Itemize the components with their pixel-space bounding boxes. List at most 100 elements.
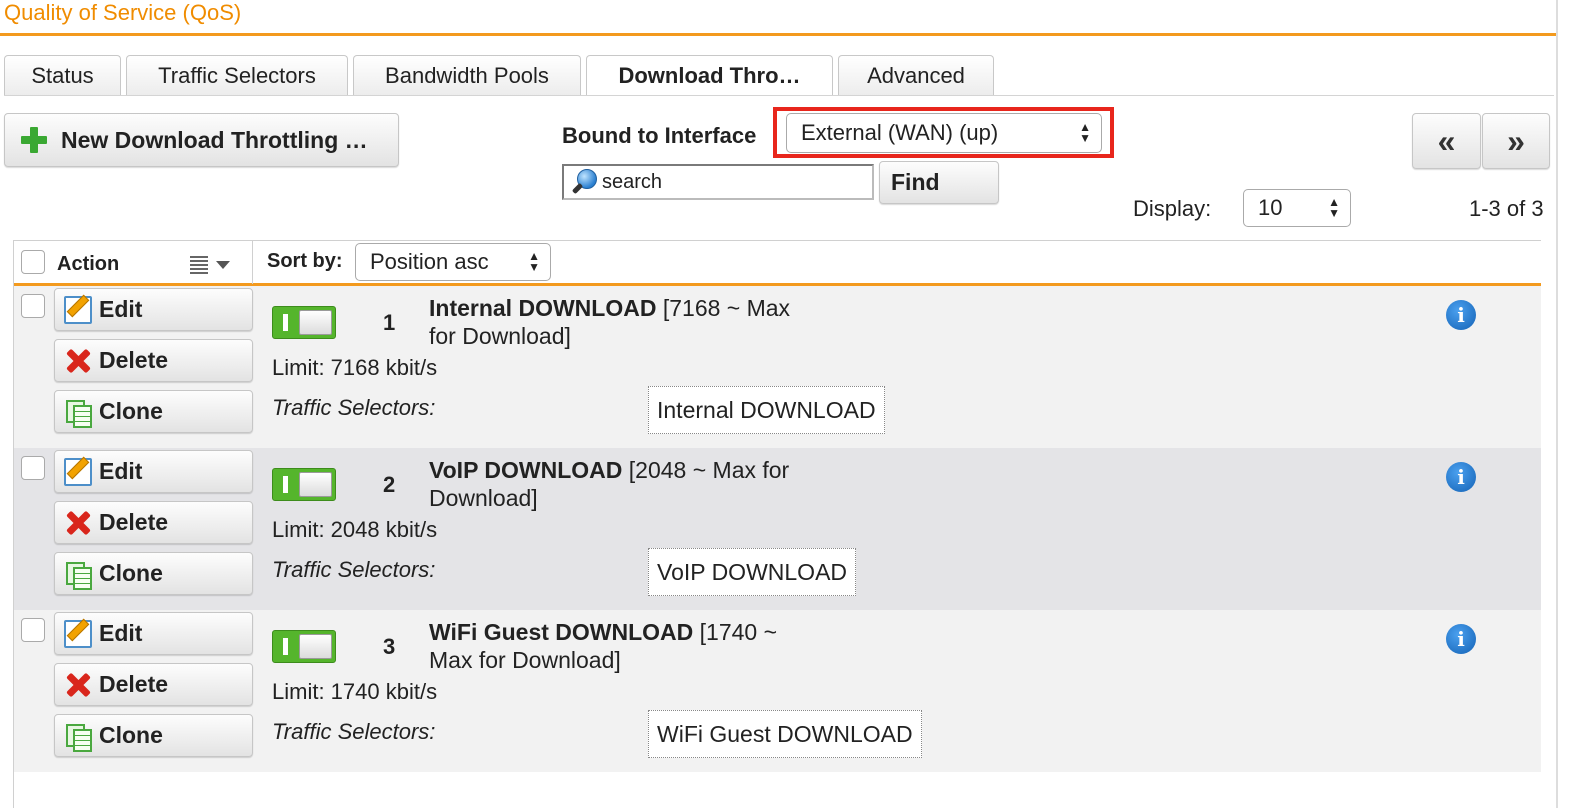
plus-icon	[19, 125, 49, 155]
rule-detail: [1740 ~	[693, 619, 778, 645]
interface-select-value: External (WAN) (up)	[801, 120, 999, 145]
enable-toggle[interactable]	[272, 306, 336, 339]
display-count-value: 10	[1258, 195, 1283, 220]
rule-name: Internal DOWNLOAD [7168 ~ Max for Downloa…	[429, 294, 829, 350]
rule-name-bold: Internal DOWNLOAD	[429, 295, 657, 321]
clone-icon	[64, 398, 92, 428]
delete-icon	[64, 347, 92, 375]
delete-label: Delete	[99, 671, 169, 697]
edit-button[interactable]: Edit	[54, 450, 253, 493]
select-arrows-icon: ▲ ▼	[528, 249, 540, 274]
edit-button[interactable]: Edit	[54, 612, 253, 655]
traffic-selectors-label: Traffic Selectors:	[272, 557, 436, 582]
tab-download-throttling[interactable]: Download Thro…	[586, 55, 833, 96]
delete-button[interactable]: Delete	[54, 501, 253, 544]
clone-label: Clone	[99, 560, 163, 586]
new-button-label: New Download Throttling …	[61, 126, 368, 153]
rule-detail: [2048 ~ Max for	[622, 457, 790, 483]
search-box[interactable]	[562, 164, 874, 200]
page-prev-button[interactable]: «	[1412, 113, 1481, 169]
clone-button[interactable]: Clone	[54, 552, 253, 595]
traffic-selector-value: Internal DOWNLOAD	[648, 386, 885, 434]
row-position: 3	[383, 634, 396, 659]
rule-name-bold: VoIP DOWNLOAD	[429, 457, 623, 483]
sort-select-value: Position asc	[370, 249, 489, 274]
result-range: 1-3 of 3	[1469, 196, 1544, 221]
edit-button[interactable]: Edit	[54, 288, 253, 331]
page-title: Quality of Service (QoS)	[4, 0, 242, 25]
tabs-divider	[4, 95, 1554, 96]
tab-status[interactable]: Status	[4, 55, 121, 96]
search-input[interactable]	[602, 170, 862, 194]
edit-icon	[64, 619, 92, 648]
find-button[interactable]: Find	[879, 161, 999, 204]
table-row: Edit Delete Clone 2 VoIP DOWNLOAD [2048 …	[14, 448, 1541, 610]
delete-icon	[64, 509, 92, 537]
clone-label: Clone	[99, 398, 163, 424]
edit-label: Edit	[99, 620, 143, 646]
traffic-selectors-label: Traffic Selectors:	[272, 395, 436, 420]
sort-select[interactable]: Position asc ▲ ▼	[355, 243, 551, 281]
tab-bar: Status Traffic Selectors Bandwidth Pools…	[4, 55, 999, 96]
rule-detail-cont: Max for Download]	[429, 647, 621, 673]
info-icon[interactable]: i	[1446, 624, 1476, 654]
display-count-select[interactable]: 10 ▲ ▼	[1243, 189, 1351, 227]
select-arrows-icon: ▲ ▼	[1079, 120, 1091, 145]
display-label: Display:	[1133, 196, 1212, 221]
clone-label: Clone	[99, 722, 163, 748]
bound-interface-label: Bound to Interface	[562, 123, 757, 148]
edit-icon	[64, 457, 92, 486]
rule-name-bold: WiFi Guest DOWNLOAD	[429, 619, 694, 645]
rule-limit: Limit: 2048 kbit/s	[272, 517, 438, 542]
row-checkbox[interactable]	[21, 456, 45, 480]
edit-icon	[64, 295, 92, 324]
rule-name: VoIP DOWNLOAD [2048 ~ Max for Download]	[429, 456, 829, 512]
throttling-table: Action Sort by: Position asc ▲ ▼ Edit Del…	[13, 240, 1541, 808]
tab-bandwidth-pools[interactable]: Bandwidth Pools	[353, 55, 581, 96]
delete-label: Delete	[99, 347, 169, 373]
traffic-selectors-label: Traffic Selectors:	[272, 719, 436, 744]
row-checkbox[interactable]	[21, 294, 45, 318]
rule-limit: Limit: 7168 kbit/s	[272, 355, 438, 380]
title-divider	[0, 33, 1556, 36]
table-row: Edit Delete Clone 1 Internal DOWNLOAD [7…	[14, 286, 1541, 448]
info-icon[interactable]: i	[1446, 300, 1476, 330]
rule-detail-cont: Download]	[429, 485, 538, 511]
rule-detail-cont: for Download]	[429, 323, 571, 349]
row-checkbox[interactable]	[21, 618, 45, 642]
tab-advanced[interactable]: Advanced	[838, 55, 994, 96]
clone-button[interactable]: Clone	[54, 390, 253, 433]
delete-icon	[64, 671, 92, 699]
interface-select[interactable]: External (WAN) (up) ▲ ▼	[786, 113, 1102, 153]
tab-traffic-selectors[interactable]: Traffic Selectors	[126, 55, 348, 96]
row-position: 2	[383, 472, 396, 497]
edit-label: Edit	[99, 458, 143, 484]
rule-name: WiFi Guest DOWNLOAD [1740 ~ Max for Downl…	[429, 618, 829, 674]
new-download-throttling-button[interactable]: New Download Throttling …	[4, 113, 399, 167]
select-all-checkbox[interactable]	[21, 250, 45, 274]
select-arrows-icon: ▲ ▼	[1328, 195, 1340, 220]
delete-button[interactable]: Delete	[54, 663, 253, 706]
table-row: Edit Delete Clone 3 WiFi Guest DOWNLOAD …	[14, 610, 1541, 772]
rule-limit: Limit: 1740 kbit/s	[272, 679, 438, 704]
clone-icon	[64, 560, 92, 590]
sort-label: Sort by:	[267, 250, 343, 272]
info-icon[interactable]: i	[1446, 462, 1476, 492]
scrollbar-edge	[1556, 0, 1558, 808]
clone-button[interactable]: Clone	[54, 714, 253, 757]
enable-toggle[interactable]	[272, 630, 336, 663]
action-header-label: Action	[57, 253, 120, 275]
edit-label: Edit	[99, 296, 143, 322]
page-next-button[interactable]: »	[1482, 113, 1550, 169]
traffic-selector-value: VoIP DOWNLOAD	[648, 548, 857, 596]
list-options-icon[interactable]	[190, 254, 234, 276]
action-header: Action	[14, 241, 253, 284]
delete-button[interactable]: Delete	[54, 339, 253, 382]
row-position: 1	[383, 310, 396, 335]
clone-icon	[64, 722, 92, 752]
enable-toggle[interactable]	[272, 468, 336, 501]
traffic-selector-value: WiFi Guest DOWNLOAD	[648, 710, 922, 758]
delete-label: Delete	[99, 509, 169, 535]
search-icon	[570, 167, 600, 197]
table-header: Action Sort by: Position asc ▲ ▼	[14, 240, 1541, 286]
